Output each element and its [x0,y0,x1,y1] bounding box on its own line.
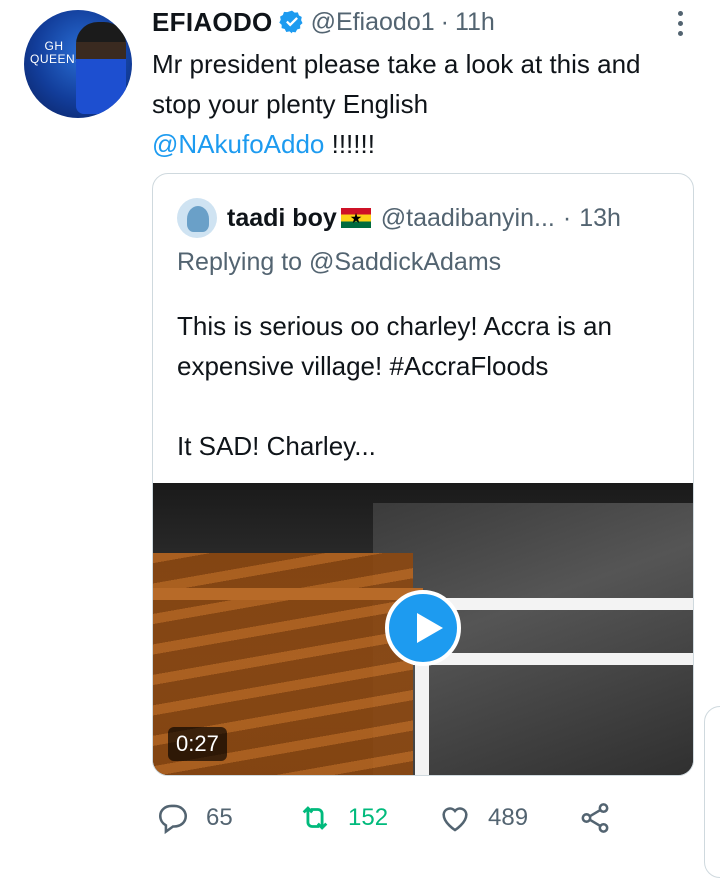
tweet-header: EFIAODO @Efiaodo1 · 11h [152,6,495,38]
video-duration: 0:27 [168,727,227,761]
reply-button[interactable]: 65 [156,796,233,840]
author-avatar[interactable]: GH QUEENS [24,10,132,118]
tweet-timestamp[interactable]: 11h [455,8,495,37]
quoted-tweet-card[interactable]: taadi boy @taadibanyin... · 13h Replying… [152,173,694,776]
share-icon [581,803,609,833]
play-icon[interactable] [385,590,461,666]
like-count: 489 [488,804,529,831]
tweet-actions: 65 152 489 [156,796,626,840]
tweet-text: Mr president please take a look at this … [152,44,692,164]
tweet-body: Mr president please take a look at this … [152,49,641,119]
quoted-author-handle[interactable]: @taadibanyin... [381,204,555,233]
retweet-count: 152 [348,804,389,831]
avatar-figure [76,22,126,114]
author-handle[interactable]: @Efiaodo1 [311,8,435,37]
more-options-icon[interactable] [668,8,692,38]
quoted-author-name[interactable]: taadi boy [227,204,337,233]
like-button[interactable]: 489 [438,796,528,840]
ghana-flag-icon [340,208,371,228]
adjacent-card-edge [704,706,720,878]
quoted-tweet-text: This is serious oo charley! Accra is an … [177,306,677,466]
quoted-text-line-2: It SAD! Charley... [177,431,376,461]
video-frame-rail [153,588,423,600]
quoted-tweet-header: taadi boy @taadibanyin... · 13h [177,198,621,238]
share-button[interactable] [578,796,612,840]
header-separator: · [440,7,449,36]
quoted-timestamp[interactable]: 13h [579,204,621,233]
quoted-header-separator: · [562,203,572,232]
reply-icon [158,804,188,835]
retweet-icon [302,806,328,830]
author-name[interactable]: EFIAODO [152,7,273,38]
mention-link[interactable]: @NAkufoAddo [152,129,324,159]
retweet-button[interactable]: 152 [298,796,388,840]
quoted-text-line-1: This is serious oo charley! Accra is an … [177,311,612,381]
tweet-exclamations: !!!!!! [324,129,375,159]
video-frame-rail [413,653,693,665]
replying-to[interactable]: Replying to @SaddickAdams [177,248,501,277]
video-player[interactable]: 0:27 [153,483,693,775]
quoted-author-avatar[interactable] [177,198,217,238]
like-icon [442,807,468,832]
avatar-text: GH QUEENS [30,39,84,66]
verified-badge-icon [278,10,303,34]
reply-count: 65 [206,804,233,831]
